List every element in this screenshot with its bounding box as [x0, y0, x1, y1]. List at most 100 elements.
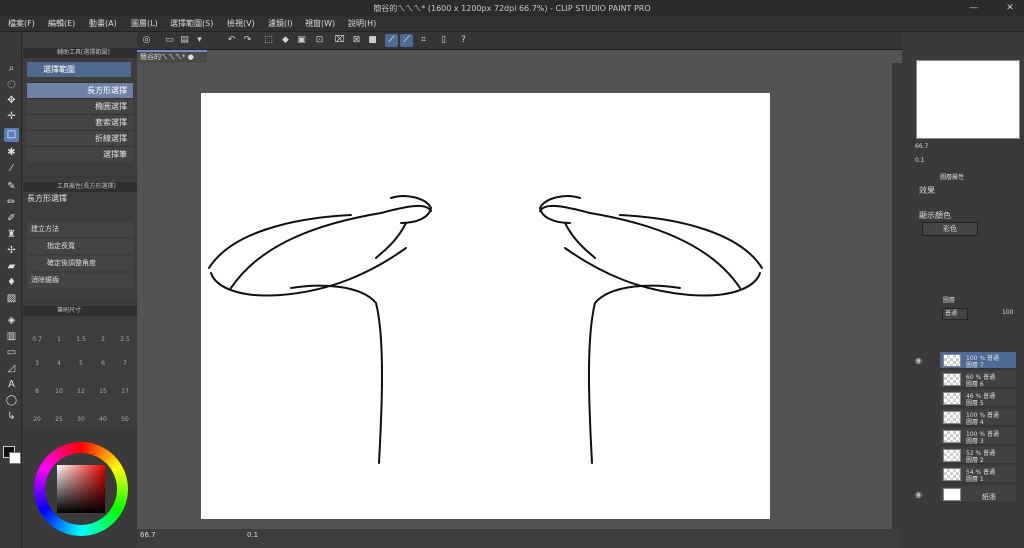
- frame-tool-icon[interactable]: ▭: [4, 346, 19, 360]
- text-tool-icon[interactable]: A: [4, 378, 19, 392]
- csp-logo-icon[interactable]: ◎: [140, 34, 153, 47]
- layer-visibility-eye-icon[interactable]: ◉: [915, 356, 925, 365]
- brush-tool-icon[interactable]: ✐: [4, 212, 19, 226]
- brush-size-value[interactable]: 15: [93, 388, 113, 395]
- airbrush-tool-icon[interactable]: ♜: [4, 228, 19, 242]
- redo-icon[interactable]: ↷: [241, 34, 254, 47]
- menu-filter[interactable]: 濾鏡(I): [268, 18, 293, 29]
- document-tab[interactable]: 簡谷的ㄟㄟㄟ* ●: [137, 50, 207, 63]
- subtool-group-tab[interactable]: 選擇範圍: [27, 62, 131, 77]
- paper-visibility-eye-icon[interactable]: ◉: [915, 490, 925, 499]
- subtool-selection-pen[interactable]: 選擇筆: [27, 146, 133, 162]
- invert-selection-icon[interactable]: ⊠: [350, 34, 363, 47]
- brush-size-value[interactable]: 1: [49, 336, 69, 343]
- brush-size-value[interactable]: 0.7: [27, 336, 47, 343]
- menu-layer[interactable]: 圖層(L): [131, 18, 158, 29]
- brush-size-value[interactable]: 2: [93, 336, 113, 343]
- decoration-tool-icon[interactable]: ✢: [4, 244, 19, 258]
- blend-tool-icon[interactable]: ♦: [4, 276, 19, 290]
- subtool-rectangle[interactable]: 長方形選擇: [27, 82, 133, 98]
- minimize-button[interactable]: —: [968, 2, 980, 14]
- prop-creation-method[interactable]: 建立方法: [27, 222, 133, 237]
- balloon-tool-icon[interactable]: ◯: [4, 394, 19, 408]
- status-rotate[interactable]: 0.1: [247, 531, 258, 539]
- menu-file[interactable]: 檔案(F): [8, 18, 35, 29]
- brush-size-value[interactable]: 12: [71, 388, 91, 395]
- ruler-tool-icon[interactable]: ◿: [4, 362, 19, 376]
- zoom-tool-icon[interactable]: ⌕: [4, 62, 19, 76]
- navigator-rotate[interactable]: 0.1: [915, 157, 925, 164]
- menu-view[interactable]: 檢視(V): [227, 18, 255, 29]
- layer-row-3[interactable]: 100 % 普通 圖層 3: [940, 428, 1016, 445]
- fill-icon[interactable]: ◆: [279, 34, 292, 47]
- snap-to-special-ruler-icon[interactable]: ⟋: [400, 34, 413, 47]
- prop-antialias[interactable]: 消除鋸齒: [27, 273, 133, 288]
- brush-size-value[interactable]: 10: [49, 388, 69, 395]
- auto-select-tool-icon[interactable]: ✱: [4, 146, 19, 160]
- operation-tool-icon[interactable]: ◌: [4, 78, 19, 92]
- layer-row-6[interactable]: 60 % 普通 圖層 6: [940, 371, 1016, 388]
- subtool-lasso[interactable]: 套索選擇: [27, 114, 133, 130]
- save-icon[interactable]: ▾: [193, 34, 206, 47]
- brush-size-value[interactable]: 17: [115, 388, 135, 395]
- open-folder-icon[interactable]: ▤: [178, 34, 191, 47]
- eyedropper-tool-icon[interactable]: ⁄: [4, 162, 19, 176]
- fill-tool-icon[interactable]: ▨: [4, 292, 19, 306]
- brush-size-value[interactable]: 25: [49, 416, 69, 423]
- subtool-polyline[interactable]: 折線選擇: [27, 130, 133, 146]
- snap-to-ruler-icon[interactable]: ⟋: [385, 34, 398, 47]
- brush-size-value[interactable]: 8: [27, 388, 47, 395]
- status-zoom[interactable]: 66.7: [140, 531, 156, 539]
- layer-property-tab[interactable]: 圖層屬性: [940, 172, 964, 181]
- show-selection-icon[interactable]: ■: [366, 34, 379, 47]
- brush-size-value[interactable]: 2.5: [115, 336, 135, 343]
- selection-tool-icon[interactable]: □: [4, 128, 19, 142]
- sub-color-swatch[interactable]: [9, 452, 21, 464]
- snap-to-grid-icon[interactable]: ⌗: [417, 34, 430, 47]
- layer-move-tool-icon[interactable]: ✥: [4, 94, 19, 108]
- brush-size-value[interactable]: 1.5: [71, 336, 91, 343]
- brush-size-value[interactable]: 7: [115, 360, 135, 367]
- saturation-value-square[interactable]: [57, 465, 105, 513]
- menu-selection[interactable]: 選擇範圍(S): [170, 18, 213, 29]
- layer-row-2[interactable]: 52 % 普通 圖層 2: [940, 447, 1016, 464]
- layer-row-4[interactable]: 100 % 普通 圖層 4: [940, 409, 1016, 426]
- menu-help[interactable]: 說明(H): [348, 18, 376, 29]
- close-button[interactable]: ✕: [1004, 2, 1016, 14]
- layer-panel-tab[interactable]: 圖層: [943, 295, 955, 304]
- gradient-tool-icon[interactable]: ◈: [4, 314, 19, 328]
- menu-window[interactable]: 視窗(W): [305, 18, 335, 29]
- brush-size-value[interactable]: 4: [49, 360, 69, 367]
- new-file-icon[interactable]: ▭: [163, 34, 176, 47]
- brush-size-value[interactable]: 20: [27, 416, 47, 423]
- pen-tool-icon[interactable]: ✎: [4, 180, 19, 194]
- select-all-icon[interactable]: ⌧: [333, 34, 346, 47]
- move-tool-icon[interactable]: ✛: [4, 110, 19, 124]
- vertical-scrollbar[interactable]: [892, 63, 902, 529]
- menu-edit[interactable]: 編輯(E): [48, 18, 75, 29]
- shape-tool-icon[interactable]: ▥: [4, 330, 19, 344]
- transform-icon[interactable]: ▣: [295, 34, 308, 47]
- layer-row-7[interactable]: 100 % 普通 圖層 7: [940, 352, 1016, 369]
- display-color-select[interactable]: 彩色: [922, 222, 978, 236]
- eraser-tool-icon[interactable]: ▰: [4, 260, 19, 274]
- device-icon[interactable]: ▯: [437, 34, 450, 47]
- layer-row-paper[interactable]: 紙張: [940, 486, 1016, 503]
- layer-opacity-value[interactable]: 100: [1002, 309, 1013, 316]
- brush-size-value[interactable]: 30: [71, 416, 91, 423]
- prop-specify-size[interactable]: 指定長寬: [27, 239, 133, 254]
- brush-size-value[interactable]: 6: [93, 360, 113, 367]
- crop-icon[interactable]: ⊡: [313, 34, 326, 47]
- clear-selection-icon[interactable]: ⬚: [262, 34, 275, 47]
- navigator-zoom[interactable]: 66.7: [915, 143, 928, 150]
- prop-adjust-angle[interactable]: 確定後調整角度: [27, 256, 133, 271]
- canvas-paper[interactable]: [201, 93, 770, 519]
- help-icon[interactable]: ?: [457, 34, 470, 47]
- navigator-preview[interactable]: [916, 60, 1020, 139]
- menu-animation[interactable]: 動畫(A): [89, 18, 117, 29]
- pencil-tool-icon[interactable]: ✏: [4, 196, 19, 210]
- layer-row-1[interactable]: 54 % 普通 圖層 1: [940, 466, 1016, 483]
- brush-size-value[interactable]: 40: [93, 416, 113, 423]
- brush-size-value[interactable]: 5: [71, 360, 91, 367]
- correct-line-tool-icon[interactable]: ↳: [4, 410, 19, 424]
